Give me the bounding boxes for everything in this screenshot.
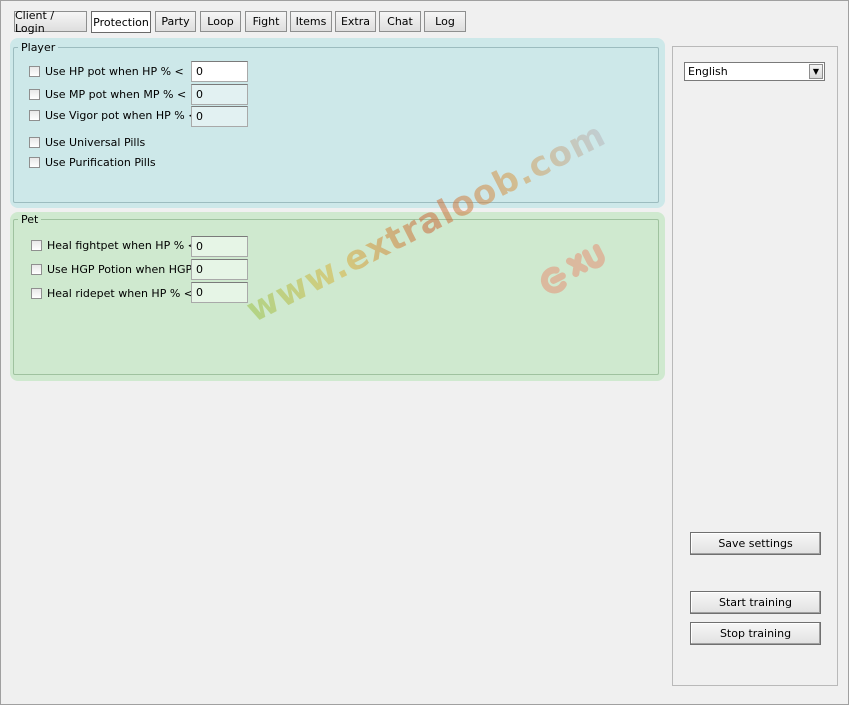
tab-extra[interactable]: Extra — [335, 11, 376, 32]
hgp-potion-label: Use HGP Potion when HGP % — [47, 263, 207, 276]
hgp-potion-checkbox[interactable] — [31, 264, 42, 275]
watermark-logo-icon — [540, 243, 605, 294]
chevron-down-icon[interactable]: ▼ — [809, 64, 823, 79]
pet-group-title: Pet — [18, 213, 42, 226]
tab-items[interactable]: Items — [290, 11, 332, 32]
hp-pot-label: Use HP pot when HP % < — [45, 65, 184, 78]
tab-client-login[interactable]: Client / Login — [14, 9, 87, 35]
language-select-value: English — [688, 65, 728, 78]
fightpet-checkbox[interactable] — [31, 240, 42, 251]
ridepet-checkbox[interactable] — [31, 288, 42, 299]
language-select[interactable]: English ▼ — [684, 62, 825, 81]
start-training-button[interactable]: Start training — [690, 591, 821, 614]
fightpet-label: Heal fightpet when HP % < — [47, 239, 197, 252]
hp-pot-input[interactable] — [191, 61, 248, 82]
hp-pot-checkbox[interactable] — [29, 66, 40, 77]
vigor-pot-checkbox[interactable] — [29, 110, 40, 121]
purification-pills-label: Use Purification Pills — [45, 156, 156, 169]
hgp-potion-input[interactable] — [191, 259, 248, 280]
tab-party[interactable]: Party — [155, 11, 196, 32]
tab-fight[interactable]: Fight — [245, 11, 287, 32]
tab-loop[interactable]: Loop — [200, 11, 241, 32]
mp-pot-checkbox[interactable] — [29, 89, 40, 100]
fightpet-input[interactable] — [191, 236, 248, 257]
tab-protection[interactable]: Protection — [91, 11, 151, 33]
mp-pot-input[interactable] — [191, 84, 248, 105]
right-panel — [672, 46, 838, 686]
tab-chat[interactable]: Chat — [379, 11, 421, 32]
save-settings-button[interactable]: Save settings — [690, 532, 821, 555]
mp-pot-label: Use MP pot when MP % < — [45, 88, 187, 101]
universal-pills-label: Use Universal Pills — [45, 136, 146, 149]
vigor-pot-input[interactable] — [191, 106, 248, 127]
universal-pills-checkbox[interactable] — [29, 137, 40, 148]
purification-pills-checkbox[interactable] — [29, 157, 40, 168]
tab-log[interactable]: Log — [424, 11, 466, 32]
ridepet-input[interactable] — [191, 282, 248, 303]
player-group-title: Player — [18, 41, 59, 54]
ridepet-label: Heal ridepet when HP % < — [47, 287, 193, 300]
stop-training-button[interactable]: Stop training — [690, 622, 821, 645]
vigor-pot-label: Use Vigor pot when HP % < — [45, 109, 198, 122]
